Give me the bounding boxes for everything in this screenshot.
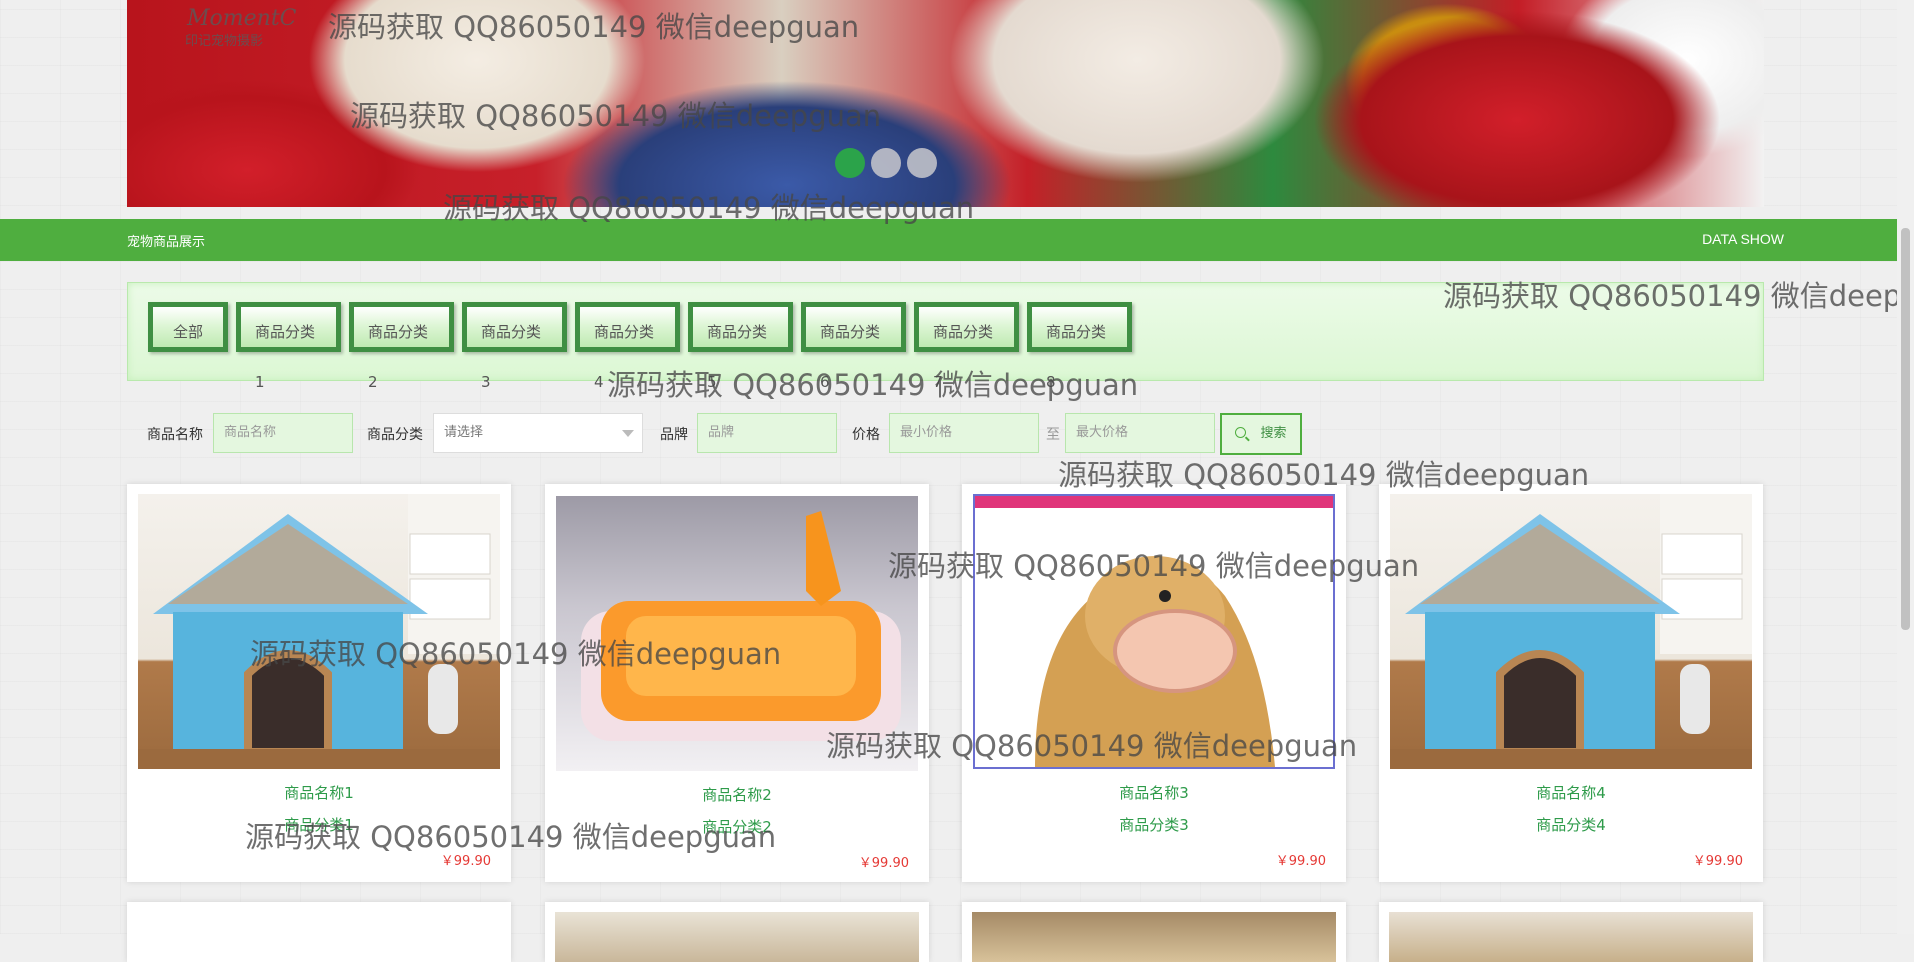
carousel-dot-2[interactable] — [870, 148, 901, 178]
product-image[interactable] — [555, 912, 919, 962]
product-card-2[interactable]: 商品名称2 商品分类2 ￥99.90 — [545, 484, 929, 882]
name-input[interactable]: 商品名称 — [213, 413, 353, 453]
product-category: 商品分类2 — [702, 818, 772, 836]
category-tab-5[interactable]: 商品分类5 — [688, 302, 793, 391]
product-card-6[interactable] — [545, 902, 929, 962]
product-image[interactable] — [972, 912, 1336, 962]
search-button-label: 搜索 — [1260, 426, 1287, 441]
section-title: 宠物商品展示 — [127, 235, 206, 250]
banner-logo-subtitle: 印记宠物摄影 — [185, 34, 264, 49]
product-name[interactable]: 商品名称2 — [545, 784, 929, 805]
brand-input[interactable]: 品牌 — [697, 413, 837, 453]
product-price: ￥99.90 — [1692, 854, 1743, 869]
product-image[interactable] — [1390, 494, 1752, 769]
carousel-dot-3[interactable] — [906, 148, 937, 178]
category-tab-7[interactable]: 商品分类7 — [914, 302, 1019, 391]
product-category: 商品分类1 — [284, 816, 354, 834]
category-label: 商品分类 — [367, 427, 423, 443]
category-tab-6[interactable]: 商品分类6 — [801, 302, 906, 391]
category-tab-4[interactable]: 商品分类4 — [575, 302, 680, 391]
product-price: ￥99.90 — [858, 856, 909, 871]
product-card-8[interactable] — [1379, 902, 1763, 962]
vertical-scrollbar[interactable] — [1897, 0, 1914, 934]
category-select[interactable]: 请选择 — [433, 413, 643, 453]
category-tab-1[interactable]: 商品分类1 — [236, 302, 341, 391]
product-image[interactable] — [973, 494, 1335, 769]
banner-logo: MomentC — [187, 6, 297, 31]
category-tab-8[interactable]: 商品分类8 — [1027, 302, 1132, 391]
search-icon — [1235, 427, 1247, 438]
product-image[interactable] — [138, 494, 500, 769]
product-name[interactable]: 商品名称1 — [127, 782, 511, 803]
product-card-1[interactable]: 商品名称1 商品分类1 ￥99.90 — [127, 484, 511, 882]
section-header-bar: 宠物商品展示 DATA SHOW — [0, 219, 1897, 261]
product-price: ￥99.90 — [1275, 854, 1326, 869]
category-tab-3[interactable]: 商品分类3 — [462, 302, 567, 391]
category-filter-panel: 全部 商品分类1 商品分类2 商品分类3 商品分类4 商品分类5 商品分类6 商… — [127, 282, 1764, 391]
carousel-indicators — [127, 148, 1764, 178]
product-image[interactable] — [1389, 912, 1753, 962]
section-subtitle: DATA SHOW — [1702, 231, 1784, 247]
product-category: 商品分类3 — [1119, 816, 1189, 834]
product-image[interactable] — [556, 496, 918, 771]
carousel-dot-1[interactable] — [834, 148, 865, 178]
product-card-5[interactable] — [127, 902, 511, 962]
category-select-value: 请选择 — [444, 425, 484, 440]
min-price-input[interactable]: 最小价格 — [889, 413, 1039, 453]
product-category: 商品分类4 — [1536, 816, 1606, 834]
product-name[interactable]: 商品名称3 — [962, 782, 1346, 803]
product-price: ￥99.90 — [440, 854, 491, 869]
product-name[interactable]: 商品名称4 — [1379, 782, 1763, 803]
category-tab-all[interactable]: 全部 — [148, 302, 228, 352]
chevron-down-icon — [622, 430, 634, 437]
price-label: 价格 — [852, 427, 880, 443]
max-price-input[interactable]: 最大价格 — [1065, 413, 1215, 453]
brand-label: 品牌 — [660, 427, 688, 443]
banner-carousel[interactable]: MomentC 印记宠物摄影 — [127, 0, 1764, 207]
product-card-3[interactable]: 商品名称3 商品分类3 ￥99.90 — [962, 484, 1346, 882]
product-card-4[interactable]: 商品名称4 商品分类4 ￥99.90 — [1379, 484, 1763, 882]
product-card-7[interactable] — [962, 902, 1346, 962]
price-range-separator: 至 — [1046, 427, 1060, 443]
name-label: 商品名称 — [147, 427, 203, 443]
scrollbar-thumb[interactable] — [1901, 228, 1910, 630]
category-tab-2[interactable]: 商品分类2 — [349, 302, 454, 391]
search-button[interactable]: 搜索 — [1220, 413, 1302, 455]
